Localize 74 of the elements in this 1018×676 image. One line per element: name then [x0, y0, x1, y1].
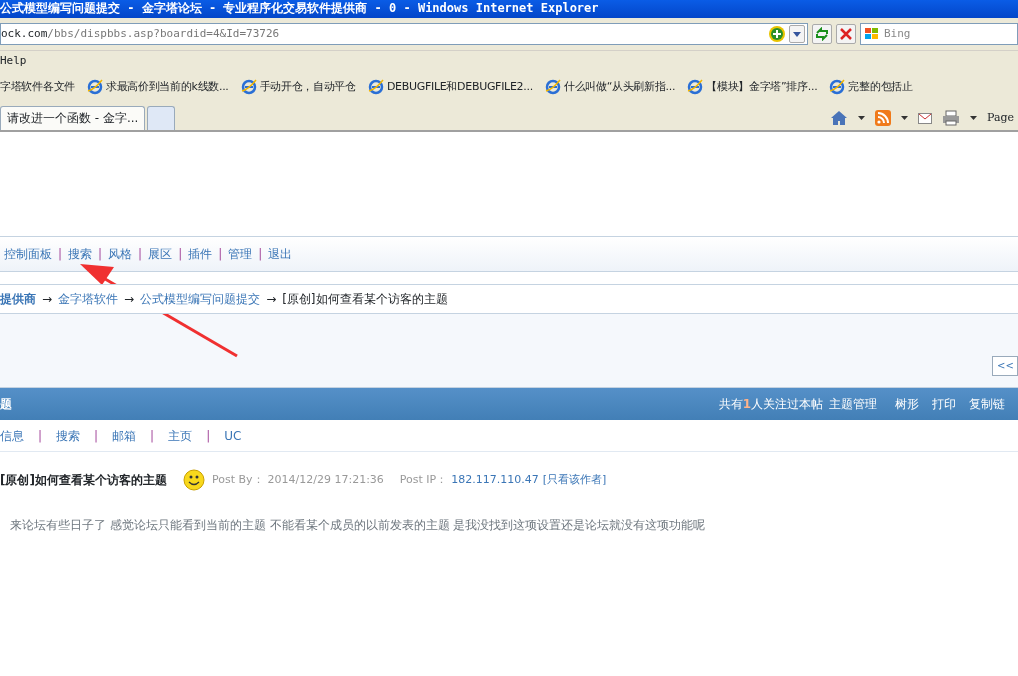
close-icon [840, 28, 852, 40]
nav-link[interactable]: 风格 [108, 245, 133, 263]
favorite-link[interactable]: 字塔软件各文件 [0, 78, 75, 96]
nav-link[interactable]: 搜索 [68, 245, 93, 263]
breadcrumb-link[interactable]: 提供商 [0, 290, 36, 308]
topic-action-link[interactable]: 复制链 [969, 395, 1005, 413]
caret-icon[interactable] [969, 116, 977, 120]
favorite-link[interactable]: 【模块】金字塔”排序... [706, 78, 818, 96]
add-icon[interactable] [768, 25, 786, 43]
user-link[interactable]: 信息 [0, 426, 24, 445]
url-text: ock.com/bbs/dispbbs.asp?boardid=4&Id=73726 [1, 25, 280, 42]
page-menu[interactable]: Page [986, 109, 1014, 127]
post-time: 2014/12/29 17:21:36 [267, 471, 384, 488]
separator: | [138, 246, 143, 263]
favorite-link[interactable]: 手动开仓，自动平仓 [259, 78, 356, 96]
topic-action-link[interactable]: 主题管理 [829, 395, 877, 413]
separator: | [94, 427, 99, 445]
author-only-link[interactable]: [只看该作者] [542, 471, 607, 489]
caret-icon [793, 31, 801, 37]
separator: | [150, 427, 155, 445]
separator: | [98, 246, 103, 263]
separator: | [58, 246, 63, 263]
search-field[interactable]: Bing [860, 23, 1018, 45]
feed-icon[interactable] [874, 110, 891, 126]
topic-header-title: 题 [0, 396, 12, 413]
favorite-link[interactable]: DEBUGFILE和DEBUGFILE2... [386, 78, 533, 96]
search-placeholder: Bing [884, 25, 911, 42]
separator: | [206, 427, 211, 445]
separator: | [178, 246, 183, 263]
user-link[interactable]: 主页 [168, 426, 193, 445]
nav-link[interactable]: 控制面板 [4, 245, 52, 263]
breadcrumb-current: [原创]如何查看某个访客的主题 [282, 291, 448, 308]
windows-flag-icon [864, 27, 880, 41]
breadcrumb-arrow: → [42, 291, 53, 308]
browser-tab[interactable]: 请改进一个函数 - 金字... [0, 106, 146, 130]
separator: | [258, 246, 263, 263]
nav-link[interactable]: 展区 [148, 245, 173, 263]
post-by-label: Post By： [211, 471, 264, 488]
breadcrumb-arrow: → [266, 291, 277, 308]
user-link[interactable]: 搜索 [56, 426, 81, 445]
watch-count-text: 共有1人关注过本帖 [718, 396, 823, 413]
post-ip: 182.117.110.47 [451, 471, 539, 488]
topic-action-link[interactable]: 树形 [895, 395, 919, 413]
nav-link[interactable]: 插件 [188, 245, 213, 263]
favorite-link[interactable]: 求最高价到当前的k线数... [105, 78, 229, 96]
smiley-icon [182, 469, 205, 491]
refresh-icon [815, 27, 829, 41]
nav-link[interactable]: 管理 [228, 245, 253, 263]
user-link[interactable]: 邮箱 [112, 426, 137, 445]
topic-action-link[interactable]: 打印 [932, 395, 956, 413]
post-body: 来论坛有些日子了 感觉论坛只能看到当前的主题 不能看某个成员的以前发表的主题 是我没找到这项设置还是论坛就没有这项功能呢 [9, 517, 707, 534]
pager-button[interactable]: << [992, 356, 1018, 376]
user-link[interactable]: UC [224, 426, 242, 445]
favorite-link[interactable]: 什么叫做“从头刷新指... [563, 78, 676, 96]
post-title: [原创]如何查看某个访客的主题 [0, 472, 167, 489]
breadcrumb-link[interactable]: 公式模型编写问题提交 [140, 290, 261, 308]
separator: | [218, 246, 223, 263]
caret-icon[interactable] [857, 116, 865, 120]
printer-icon[interactable] [941, 110, 960, 126]
stop-button[interactable] [836, 24, 856, 44]
menu-item[interactable]: Help [0, 53, 27, 70]
favorite-link[interactable]: 完整的包括止 [848, 78, 913, 96]
dropdown-button[interactable] [789, 25, 805, 43]
nav-link[interactable]: 退出 [268, 245, 293, 263]
address-field[interactable]: ock.com/bbs/dispbbs.asp?boardid=4&Id=73726 [0, 23, 808, 45]
post-ip-label: Post IP： [399, 471, 448, 488]
home-icon[interactable] [829, 110, 848, 126]
refresh-button[interactable] [812, 24, 832, 44]
separator: | [38, 427, 43, 445]
caret-icon[interactable] [900, 116, 908, 120]
breadcrumb-link[interactable]: 金字塔软件 [58, 290, 119, 308]
mail-icon[interactable] [917, 112, 932, 124]
breadcrumb-arrow: → [124, 291, 135, 308]
window-title: 公式模型编写问题提交 - 金字塔论坛 - 专业程序化交易软件提供商 - 0 - Windows Internet Explorer [0, 0, 1018, 18]
